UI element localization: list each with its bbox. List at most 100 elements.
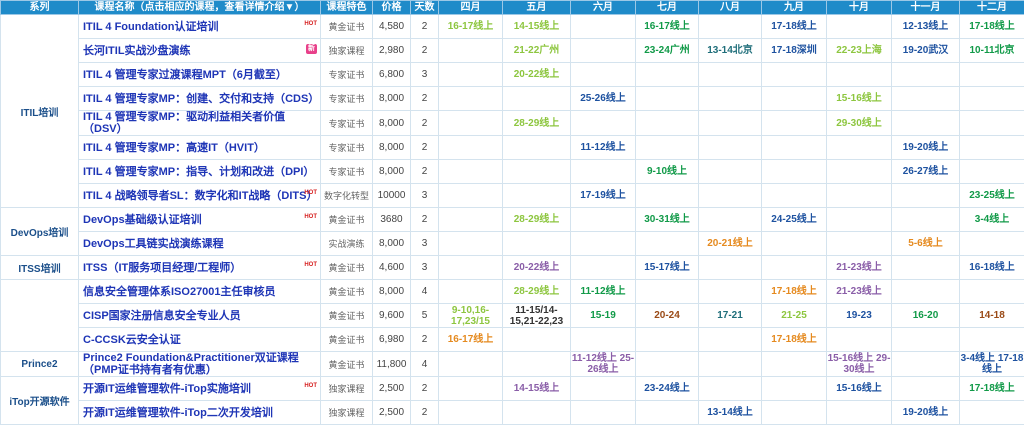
month-session-cell[interactable]: 16-18线上	[959, 255, 1024, 280]
month-session-cell[interactable]: 19-20武汉	[891, 38, 960, 63]
month-session-cell[interactable]: 15-19	[570, 303, 636, 328]
month-session-cell[interactable]: 21-23线上	[826, 255, 892, 280]
month-session-cell	[826, 14, 892, 39]
session-date: 17-18线上	[771, 334, 817, 345]
month-session-cell[interactable]: 20-24	[635, 303, 699, 328]
course-name-cell[interactable]: DevOps工具链实战演练课程	[78, 231, 321, 256]
course-name-cell[interactable]: DevOps基础级认证培训 HOT	[78, 207, 321, 232]
month-session-cell[interactable]: 11-15/14-15,21-22,23	[502, 303, 571, 328]
month-session-cell[interactable]: 25-26线上	[570, 86, 636, 111]
month-session-cell[interactable]: 20-22线上	[502, 62, 571, 87]
month-session-cell[interactable]: 16-17线上	[438, 327, 503, 352]
month-session-cell[interactable]: 28-29线上	[502, 279, 571, 304]
month-session-cell[interactable]: 15-16线上 29-30线上	[826, 351, 892, 377]
month-session-cell[interactable]: 14-15线上	[502, 376, 571, 401]
month-session-cell[interactable]: 17-18深圳	[761, 38, 827, 63]
month-session-cell[interactable]: 24-25线上	[761, 207, 827, 232]
month-session-cell[interactable]: 10-11北京	[959, 38, 1024, 63]
course-name-cell[interactable]: 开源IT运维管理软件-iTop二次开发培训	[78, 400, 321, 425]
column-header: 价格	[372, 0, 411, 15]
month-session-cell[interactable]: 19-20线上	[891, 135, 960, 160]
month-session-cell[interactable]: 9-10线上	[635, 159, 699, 184]
course-link[interactable]: DevOps工具链实战演练课程	[83, 238, 320, 250]
course-link[interactable]: CISP国家注册信息安全专业人员	[83, 310, 320, 322]
course-name-cell[interactable]: 长河ITIL实战沙盘演练新	[78, 38, 321, 63]
month-session-cell[interactable]: 15-16线上	[826, 376, 892, 401]
month-session-cell[interactable]: 23-24线上	[635, 376, 699, 401]
course-link[interactable]: DevOps基础级认证培训	[83, 214, 320, 226]
course-link[interactable]: ITIL 4 管理专家MP：指导、计划和改进（DPI）	[83, 166, 320, 178]
course-link[interactable]: ITIL 4 Foundation认证培训	[83, 21, 320, 33]
month-session-cell[interactable]: 17-19线上	[570, 183, 636, 208]
month-session-cell[interactable]: 11-12线上	[570, 279, 636, 304]
course-name-cell[interactable]: ITIL 4 战略领导者SL：数字化和IT战略（DITS） HOT	[78, 183, 321, 208]
month-session-cell[interactable]: 21-22广州	[502, 38, 571, 63]
month-session-cell[interactable]: 17-18线上	[959, 376, 1024, 401]
course-name-cell[interactable]: ITIL 4 Foundation认证培训 HOT	[78, 14, 321, 39]
course-name-cell[interactable]: ITIL 4 管理专家过渡课程MPT（6月截至）	[78, 62, 321, 87]
month-session-cell[interactable]: 13-14北京	[698, 38, 762, 63]
course-link[interactable]: ITIL 4 管理专家MP：高速IT（HVIT）	[83, 142, 320, 154]
month-session-cell[interactable]: 28-29线上	[502, 207, 571, 232]
month-session-cell[interactable]: 9-10,16-17,23/15	[438, 303, 503, 328]
course-link[interactable]: ITIL 4 管理专家MP：驱动利益相关者价值（DSV）	[83, 112, 320, 135]
month-session-cell	[438, 279, 503, 304]
course-link[interactable]: ITIL 4 管理专家过渡课程MPT（6月截至）	[83, 69, 320, 81]
month-session-cell[interactable]: 23-25线上	[959, 183, 1024, 208]
course-name-cell[interactable]: CISP国家注册信息安全专业人员	[78, 303, 321, 328]
course-link[interactable]: ITIL 4 战略领导者SL：数字化和IT战略（DITS）	[83, 190, 320, 202]
course-name-cell[interactable]: ITIL 4 管理专家MP：指导、计划和改进（DPI）	[78, 159, 321, 184]
course-name-cell[interactable]: Prince2 Foundation&Practitioner双证课程（PMP证…	[78, 351, 321, 377]
month-session-cell[interactable]: 16-17线上	[635, 14, 699, 39]
month-session-cell[interactable]: 14-18	[959, 303, 1024, 328]
month-session-cell[interactable]: 17-18线上	[761, 327, 827, 352]
month-session-cell[interactable]: 11-12线上	[570, 135, 636, 160]
course-name-cell[interactable]: ITIL 4 管理专家MP：驱动利益相关者价值（DSV）	[78, 110, 321, 136]
column-header: 九月	[761, 0, 827, 15]
month-session-cell[interactable]: 16-20	[891, 303, 960, 328]
month-session-cell[interactable]: 26-27线上	[891, 159, 960, 184]
session-date: 10-11北京	[969, 45, 1015, 56]
course-name-cell[interactable]: 开源IT运维管理软件-iTop实施培训 HOT	[78, 376, 321, 401]
course-name-cell[interactable]: ITSS（IT服务项目经理/工程师） HOT	[78, 255, 321, 280]
course-link[interactable]: 开源IT运维管理软件-iTop二次开发培训	[83, 407, 320, 419]
month-session-cell[interactable]: 3-4线上 17-18线上	[959, 351, 1024, 377]
month-session-cell[interactable]: 17-18线上	[761, 279, 827, 304]
month-session-cell[interactable]: 19-20线上	[891, 400, 960, 425]
month-session-cell[interactable]: 13-14线上	[698, 400, 762, 425]
course-name-cell[interactable]: 信息安全管理体系ISO27001主任审核员	[78, 279, 321, 304]
month-session-cell[interactable]: 15-16线上	[826, 86, 892, 111]
month-session-cell[interactable]: 3-4线上	[959, 207, 1024, 232]
course-link[interactable]: 长河ITIL实战沙盘演练	[83, 45, 320, 57]
month-session-cell[interactable]: 23-24广州	[635, 38, 699, 63]
column-header: 十一月	[891, 0, 960, 15]
course-name-cell[interactable]: ITIL 4 管理专家MP：高速IT（HVIT）	[78, 135, 321, 160]
course-link[interactable]: C-CCSK云安全认证	[83, 334, 320, 346]
month-session-cell[interactable]: 12-13线上	[891, 14, 960, 39]
month-session-cell[interactable]: 14-15线上	[502, 14, 571, 39]
month-session-cell[interactable]: 20-22线上	[502, 255, 571, 280]
course-link[interactable]: ITIL 4 管理专家MP：创建、交付和支持（CDS）	[83, 93, 320, 105]
month-session-cell[interactable]: 16-17线上	[438, 14, 503, 39]
month-session-cell[interactable]: 17-18线上	[959, 14, 1024, 39]
course-name-cell[interactable]: ITIL 4 管理专家MP：创建、交付和支持（CDS）	[78, 86, 321, 111]
course-link[interactable]: 信息安全管理体系ISO27001主任审核员	[83, 286, 320, 298]
month-session-cell[interactable]: 29-30线上	[826, 110, 892, 136]
month-session-cell[interactable]: 21-25	[761, 303, 827, 328]
month-session-cell[interactable]: 30-31线上	[635, 207, 699, 232]
course-link[interactable]: 开源IT运维管理软件-iTop实施培训	[83, 383, 320, 395]
month-session-cell[interactable]: 11-12线上 25-26线上	[570, 351, 636, 377]
month-session-cell[interactable]: 17-18线上	[761, 14, 827, 39]
course-name-cell[interactable]: C-CCSK云安全认证	[78, 327, 321, 352]
month-session-cell	[761, 400, 827, 425]
month-session-cell[interactable]: 19-23	[826, 303, 892, 328]
month-session-cell[interactable]: 28-29线上	[502, 110, 571, 136]
month-session-cell[interactable]: 21-23线上	[826, 279, 892, 304]
month-session-cell[interactable]: 20-21线上	[698, 231, 762, 256]
month-session-cell[interactable]: 5-6线上	[891, 231, 960, 256]
month-session-cell[interactable]: 22-23上海	[826, 38, 892, 63]
month-session-cell[interactable]: 15-17线上	[635, 255, 699, 280]
course-link[interactable]: ITSS（IT服务项目经理/工程师）	[83, 262, 320, 274]
course-link[interactable]: Prince2 Foundation&Practitioner双证课程（PMP证…	[83, 353, 320, 376]
month-session-cell[interactable]: 17-21	[698, 303, 762, 328]
